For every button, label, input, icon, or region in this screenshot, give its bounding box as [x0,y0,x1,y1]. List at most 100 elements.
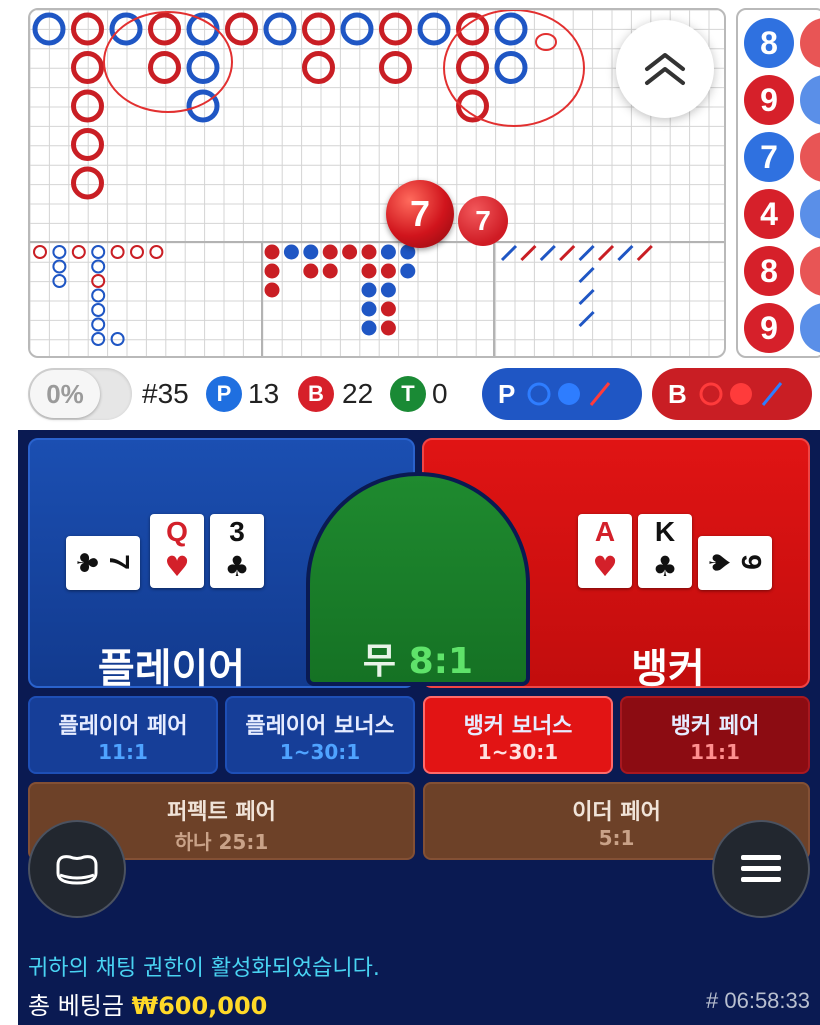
player-bonus-bet[interactable]: 플레이어 보너스 1~30:1 [225,696,415,774]
banker-ring [379,51,412,84]
banker-dot [303,263,319,279]
player-slash [578,244,595,262]
player-slash [500,244,518,262]
player-small-ring [91,332,106,346]
card-rank: 3 [229,516,245,547]
banker-ring [302,51,335,84]
tie-label: 무 [362,641,397,682]
card-rank: 7 [104,554,135,570]
banker-slash [597,244,615,262]
prediction-markers-icon [699,382,782,406]
banker-pair-label: 뱅커 페어 [670,714,760,739]
banker-pair-odds: 11:1 [690,740,740,764]
player-dot [361,320,377,336]
banker-dot [322,244,338,260]
banker-bonus-bet[interactable]: 뱅커 보너스 1~30:1 [423,696,613,774]
player-pair-label: 플레이어 페어 [58,714,188,739]
player-small-ring [52,245,67,259]
banker-card-3: 9 ♠ [698,536,772,590]
number-road-ball-partial [800,189,820,239]
player-slash [578,288,595,306]
banker-dot [380,263,396,279]
chip-tray-icon [56,855,98,885]
player-count: 13 [248,378,280,409]
prediction-percent: 0% [30,370,100,418]
player-small-ring [110,332,125,346]
banker-slash [520,244,537,262]
betting-table: 7 ♣ Q ♥ 3 ♣ 플레이어 A ♥ K ♣ 9 ♠ 뱅커 무 8:1 플레… [18,430,820,1025]
banker-dot [342,244,358,260]
player-ring [494,51,528,84]
heart-icon: ♥ [592,550,618,583]
player-dot [303,244,319,260]
banker-ring [71,51,104,84]
prediction-toggle[interactable]: 0% [28,368,132,420]
banker-dot [264,282,280,298]
player-prediction-button[interactable]: P [482,368,642,420]
player-small-ring [91,245,106,259]
spade-icon: ♠ [702,549,736,576]
banker-small-ring [71,245,86,259]
predict-player-letter: P [498,378,516,409]
banker-prediction-button[interactable]: B [652,368,812,420]
total-bet-label: 총 베팅금 [28,992,124,1020]
player-pair-odds: 11:1 [98,740,148,764]
player-small-ring [91,303,106,317]
banker-dot [361,244,377,260]
chat-status-message: 귀하의 채팅 권한이 활성화되었습니다. [28,956,380,981]
banker-badge: B [298,376,334,412]
banker-card-2: K ♣ [638,514,692,588]
number-road-ball: 7 [744,132,794,182]
total-bet: 총 베팅금 ₩600,000 [28,986,267,1021]
banker-pair-bet[interactable]: 뱅커 페어 11:1 [620,696,810,774]
tie-bet-zone[interactable]: 무 8:1 [306,472,530,686]
number-road-ball-partial [800,132,820,182]
hot-number-value: 7 [475,205,491,236]
player-dot [380,244,396,260]
round-id: # 06:58:33 [706,988,810,1013]
banker-bonus-label: 뱅커 보너스 [463,714,573,739]
hot-number-ball: 7 [386,180,454,248]
player-bonus-odds: 1~30:1 [279,740,361,764]
banker-dot [380,301,396,317]
banker-ring [71,166,104,200]
player-ring [186,89,220,123]
player-pair-bet[interactable]: 플레이어 페어 11:1 [28,696,218,774]
tie-badge: T [390,376,426,412]
chip-tray-button[interactable] [28,820,126,918]
number-road-panel[interactable]: 8 9 7 4 8 9 [736,8,820,358]
tie-odds: 8:1 [408,641,474,682]
player-badge: P [206,376,242,412]
player-small-ring [91,288,106,303]
card-rank: Q [166,516,188,547]
card-rank: A [594,516,616,547]
menu-button[interactable] [712,820,810,918]
number-road-ball: 8 [744,18,794,68]
player-card-1: 7 ♣ [66,536,140,590]
banker-dot [264,263,280,279]
banker-dot [264,244,280,260]
number-road-ball: 9 [744,75,794,125]
club-icon: ♣ [224,550,250,583]
banker-ring [71,128,104,161]
player-card-2: Q ♥ [150,514,204,588]
banker-dot [322,263,338,279]
player-bonus-label: 플레이어 보너스 [245,714,395,739]
hot-number-ball: 7 [458,196,508,246]
stats-bar: 0% #35 P 13 B 22 T 0 P B [0,362,820,428]
player-dot [361,301,377,317]
banker-dot [361,263,377,279]
banker-small-ring [33,245,47,259]
scroll-up-button[interactable] [616,20,714,118]
banker-small-ring [110,245,125,259]
number-road-ball-partial [800,246,820,296]
club-icon: ♣ [652,550,678,583]
banker-ring [71,89,104,123]
roadmap-area: 7 7 897489 0% #35 P 13 B 22 T 0 P B [0,0,820,430]
player-dot [361,282,377,298]
club-icon: ♣ [70,549,104,576]
number-road-ball: 9 [744,303,794,353]
banker-slash [636,244,653,262]
player-card-3: 3 ♣ [210,514,264,588]
hot-number-value: 7 [409,193,431,234]
